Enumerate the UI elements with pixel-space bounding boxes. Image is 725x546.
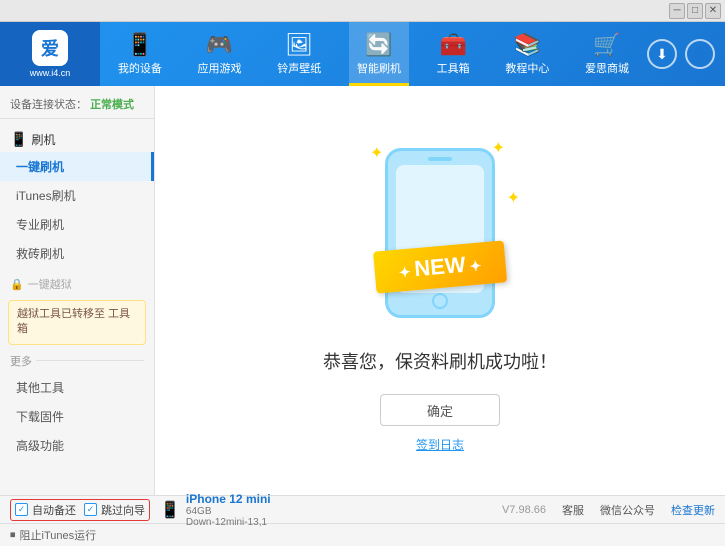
header-actions: ⬇ 👤 [647, 39, 725, 69]
auto-backup-check-icon: ✓ [15, 503, 28, 516]
device-phone-icon: 📱 [160, 500, 180, 520]
bottom-bar: ✓ 自动备还 ✓ 跳过向导 📱 iPhone 12 mini 64GB Down… [0, 495, 725, 523]
status-value: 正常模式 [90, 99, 134, 111]
more-label: 更多 [10, 353, 32, 369]
nav-smart-flash[interactable]: 🔄 智能刷机 [349, 22, 409, 86]
advanced-label: 高级功能 [16, 437, 64, 454]
customer-service-link[interactable]: 客服 [562, 502, 584, 518]
one-click-flash-label: 一键刷机 [16, 158, 64, 175]
smart-flash-icon: 🔄 [365, 32, 392, 58]
nav-bar: 📱 我的设备 🎮 应用游戏 🖼 铃声壁纸 🔄 智能刷机 🧰 工具箱 📚 教程中心… [100, 22, 647, 86]
skip-wizard-label: 跳过向导 [101, 502, 145, 518]
sidebar-save-flash[interactable]: 救砖刷机 [0, 239, 154, 268]
device-info: 📱 iPhone 12 mini 64GB Down-12mini-13,1 [160, 492, 271, 528]
main-area: 设备连接状态： 正常模式 📱 刷机 一键刷机 iTunes刷机 专业刷机 救砖刷… [0, 86, 725, 495]
nav-my-device-label: 我的设备 [118, 60, 162, 76]
nav-toolbox[interactable]: 🧰 工具箱 [429, 22, 478, 86]
wechat-official-link[interactable]: 微信公众号 [600, 502, 655, 518]
nav-tutorial[interactable]: 📚 教程中心 [497, 22, 557, 86]
success-illustration: ✦ ✦ ✦ NEW [340, 128, 540, 328]
lock-icon: 🔒 [10, 278, 24, 291]
sidebar-one-click-flash[interactable]: 一键刷机 [0, 152, 154, 181]
apps-games-icon: 🎮 [206, 32, 233, 58]
sidebar-pro-flash[interactable]: 专业刷机 [0, 210, 154, 239]
store-icon: 🛒 [593, 32, 620, 58]
sidebar: 设备连接状态： 正常模式 📱 刷机 一键刷机 iTunes刷机 专业刷机 救砖刷… [0, 86, 155, 495]
phone-speaker [428, 157, 452, 161]
nav-my-device[interactable]: 📱 我的设备 [110, 22, 170, 86]
itunes-flash-label: iTunes刷机 [16, 187, 76, 204]
user-btn[interactable]: 👤 [685, 39, 715, 69]
sidebar-download-firmware[interactable]: 下载固件 [0, 402, 154, 431]
other-tools-label: 其他工具 [16, 379, 64, 396]
jailbreak-label: 一键越狱 [28, 276, 72, 292]
nav-apps-games[interactable]: 🎮 应用游戏 [190, 22, 250, 86]
confirm-button[interactable]: 确定 [380, 394, 500, 426]
title-bar: ─ □ ✕ [0, 0, 725, 22]
sidebar-advanced[interactable]: 高级功能 [0, 431, 154, 460]
bottom-left: ✓ 自动备还 ✓ 跳过向导 📱 iPhone 12 mini 64GB Down… [10, 492, 271, 528]
nav-apps-games-label: 应用游戏 [198, 60, 242, 76]
bottom-right: V7.98.66 客服 微信公众号 检查更新 [502, 502, 715, 518]
download-btn[interactable]: ⬇ [647, 39, 677, 69]
stop-itunes-icon: ⏹ [10, 529, 16, 542]
star-3: ✦ [507, 188, 520, 208]
nav-smart-flash-label: 智能刷机 [357, 60, 401, 76]
phone-illustration [385, 148, 495, 318]
phone-home-button [432, 293, 448, 309]
flash-section-icon: 📱 [10, 131, 27, 148]
nav-store-label: 爱思商城 [585, 60, 629, 76]
my-device-icon: 📱 [126, 32, 153, 58]
download-firmware-label: 下载固件 [16, 408, 64, 425]
status-label: 设备连接状态： [10, 99, 87, 111]
flash-section-label: 刷机 [31, 131, 55, 148]
jailbreak-notice-text: 越狱工具已转移至 工具箱 [17, 308, 130, 335]
auto-backup-label: 自动备还 [32, 502, 76, 518]
pro-flash-label: 专业刷机 [16, 216, 64, 233]
daily-check-link[interactable]: 签到日志 [416, 436, 464, 453]
device-storage: 64GB [186, 506, 271, 517]
check-update-btn[interactable]: 检查更新 [671, 502, 715, 518]
save-flash-label: 救砖刷机 [16, 245, 64, 262]
more-divider [36, 360, 144, 361]
jailbreak-notice: 越狱工具已转移至 工具箱 [8, 300, 146, 345]
nav-tutorial-label: 教程中心 [505, 60, 549, 76]
toolbox-icon: 🧰 [439, 32, 466, 58]
success-message: 恭喜您，保资料刷机成功啦！ [323, 348, 557, 374]
star-1: ✦ [370, 143, 383, 163]
header: 爱 www.i4.cn 📱 我的设备 🎮 应用游戏 🖼 铃声壁纸 🔄 智能刷机 … [0, 22, 725, 86]
flash-section: 📱 刷机 一键刷机 iTunes刷机 专业刷机 救砖刷机 [0, 123, 154, 272]
one-click-jailbreak-disabled: 🔒 一键越狱 [0, 272, 154, 296]
skip-wizard-checkbox[interactable]: ✓ 跳过向导 [84, 502, 145, 518]
nav-ringtones-label: 铃声壁纸 [277, 60, 321, 76]
minimize-btn[interactable]: ─ [669, 3, 685, 19]
content-area: ✦ ✦ ✦ NEW 恭喜您，保资料刷机成功啦！ 确定 签到日志 [155, 86, 725, 495]
nav-store[interactable]: 🛒 爱思商城 [577, 22, 637, 86]
stop-itunes-label[interactable]: 阻止iTunes运行 [20, 527, 97, 543]
nav-toolbox-label: 工具箱 [437, 60, 470, 76]
device-details: iPhone 12 mini 64GB Down-12mini-13,1 [186, 492, 271, 528]
close-btn[interactable]: ✕ [705, 3, 721, 19]
device-name: iPhone 12 mini [186, 492, 271, 506]
auto-backup-checkbox[interactable]: ✓ 自动备还 [15, 502, 76, 518]
bottom-status: ✓ 自动备还 ✓ 跳过向导 [10, 499, 150, 521]
logo-icon: 爱 [32, 30, 68, 66]
star-2: ✦ [492, 138, 505, 158]
device-firmware: Down-12mini-13,1 [186, 517, 271, 528]
connection-status: 设备连接状态： 正常模式 [0, 90, 154, 119]
tutorial-icon: 📚 [514, 32, 541, 58]
maximize-btn[interactable]: □ [687, 3, 703, 19]
logo[interactable]: 爱 www.i4.cn [0, 22, 100, 86]
sidebar-other-tools[interactable]: 其他工具 [0, 373, 154, 402]
checkboxes-group: ✓ 自动备还 ✓ 跳过向导 [10, 499, 150, 521]
flash-section-header: 📱 刷机 [0, 127, 154, 152]
ringtones-icon: 🖼 [285, 32, 313, 58]
nav-ringtones[interactable]: 🖼 铃声壁纸 [269, 22, 329, 86]
sidebar-itunes-flash[interactable]: iTunes刷机 [0, 181, 154, 210]
logo-url: www.i4.cn [30, 68, 71, 78]
version-text: V7.98.66 [502, 504, 546, 516]
skip-wizard-check-icon: ✓ [84, 503, 97, 516]
more-section-header: 更多 [0, 349, 154, 373]
